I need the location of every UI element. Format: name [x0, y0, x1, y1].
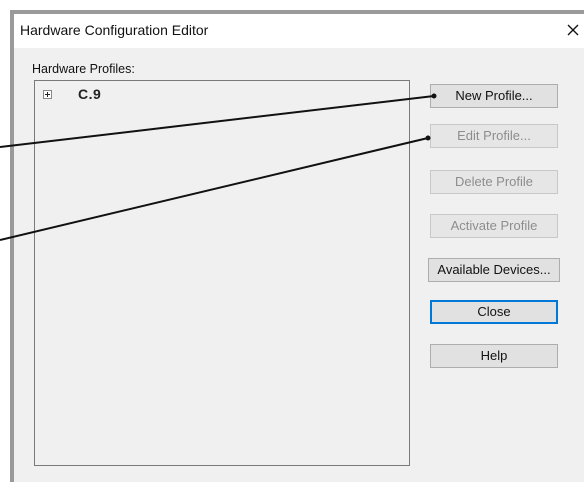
- hardware-profiles-label: Hardware Profiles:: [32, 62, 135, 76]
- new-profile-button[interactable]: New Profile...: [430, 84, 558, 108]
- close-button[interactable]: Close: [430, 300, 558, 324]
- dialog-window: Hardware Configuration Editor Hardware P…: [14, 14, 584, 482]
- help-button[interactable]: Help: [430, 344, 558, 368]
- plus-box-icon[interactable]: [43, 89, 52, 99]
- available-devices-button[interactable]: Available Devices...: [428, 258, 560, 282]
- activate-profile-button[interactable]: Activate Profile: [430, 214, 558, 238]
- screenshot-stage: Hardware Configuration Editor Hardware P…: [0, 0, 584, 482]
- close-icon[interactable]: [562, 19, 584, 41]
- title-bar: Hardware Configuration Editor: [14, 14, 584, 48]
- tree-item-profile[interactable]: C.9: [43, 86, 101, 102]
- window-title: Hardware Configuration Editor: [20, 22, 209, 38]
- edit-profile-button[interactable]: Edit Profile...: [430, 124, 558, 148]
- tree-item-label: C.9: [78, 86, 102, 102]
- delete-profile-button[interactable]: Delete Profile: [430, 170, 558, 194]
- profiles-tree[interactable]: C.9: [34, 80, 410, 466]
